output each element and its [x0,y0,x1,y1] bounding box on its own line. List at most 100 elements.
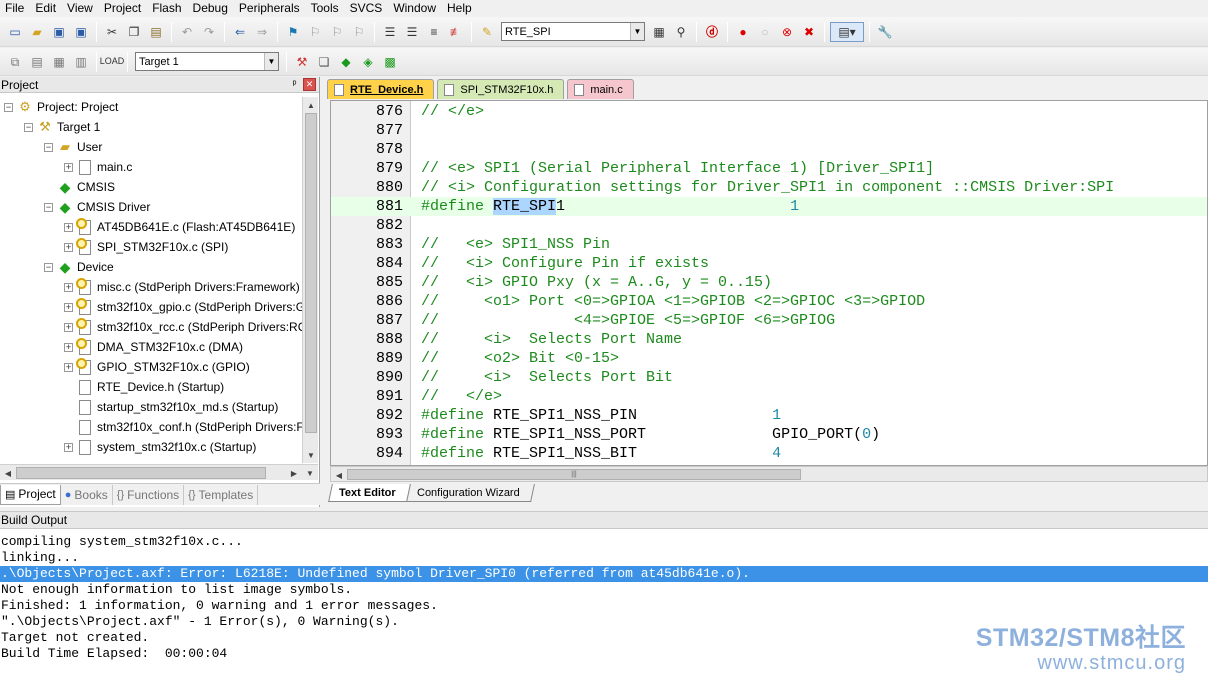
debug-session-icon[interactable]: ⓓ [702,22,722,42]
expand-icon[interactable]: + [64,242,73,252]
disable-breakpoint-icon[interactable]: ○ [755,22,775,42]
code-line[interactable]: 893 #define RTE_SPI1_NSS_PORT GPIO_PORT(0… [331,425,1207,444]
tab-templates[interactable]: {} Templates [184,484,259,505]
collapse-icon[interactable]: − [24,122,33,132]
tab-spi-stm32f10x-h[interactable]: SPI_STM32F10x.h [437,79,565,99]
code-line[interactable]: 879 // <e> SPI1 (Serial Peripheral Interf… [331,159,1207,178]
menu-tools[interactable]: Tools [306,0,345,16]
tree-item[interactable]: − ◆ Device [44,257,114,277]
code-line[interactable]: 882 [331,216,1207,235]
tree-item[interactable]: − ⚙ Project: Project [4,97,118,117]
scroll-down-icon[interactable]: ▼ [303,447,319,463]
code-line[interactable]: 878 [331,140,1207,159]
expand-icon[interactable]: + [64,322,73,332]
code-line[interactable]: 880 // <i> Configuration settings for Dri… [331,178,1207,197]
tab-functions[interactable]: {} Functions [113,484,185,505]
incremental-find-icon[interactable]: ⚲ [671,22,691,42]
tab-configuration-wizard[interactable]: Configuration Wizard [405,484,535,502]
code-line[interactable]: 877 [331,121,1207,140]
collapse-icon[interactable]: − [44,142,53,152]
redo-icon[interactable]: ↷ [199,22,219,42]
paste-icon[interactable]: ▤ [146,22,166,42]
select-packs-icon[interactable]: ▩ [380,52,400,72]
collapse-icon[interactable]: − [44,202,53,212]
chevron-down-icon[interactable]: ▼ [264,53,278,70]
tree-vertical-scrollbar[interactable]: ▲ ▼ [302,97,318,463]
menu-svcs[interactable]: SVCS [345,0,389,16]
tree-item[interactable]: ◆ CMSIS [44,177,115,197]
batch-build-icon[interactable]: ▥ [71,52,91,72]
bookmark-icon[interactable]: ⚑ [283,22,303,42]
save-icon[interactable]: ▣ [49,22,69,42]
tree-horizontal-scrollbar[interactable]: ◀ ▶ ▼ [0,464,318,480]
code-line[interactable]: 884 // <i> Configure Pin if exists [331,254,1207,273]
menu-edit[interactable]: Edit [30,0,62,16]
tab-project[interactable]: ▤ Project [0,484,61,505]
kill-breakpoints-icon[interactable]: ⊗ [777,22,797,42]
tab-rte-device-h[interactable]: RTE_Device.h [327,79,435,99]
code-editor[interactable]: 876 // </e> 877 878 879 // <e> SPI1 (Serial P… [330,100,1208,466]
scroll-left-icon[interactable]: ◀ [331,467,347,483]
code-line[interactable]: 890 // <i> Selects Port Bit [331,368,1207,387]
tree-item[interactable]: + SPI_STM32F10x.c (SPI) [64,237,228,257]
menu-flash[interactable]: Flash [147,0,187,16]
indent-icon[interactable]: ☰ [380,22,400,42]
find-in-files-icon[interactable]: ✎ [477,22,497,42]
clear-bookmarks-icon[interactable]: ⚐ [349,22,369,42]
build-icon[interactable]: ▤ [27,52,47,72]
expand-icon[interactable]: + [64,442,73,452]
code-line[interactable]: 881 #define RTE_SPI1 1 [331,197,1207,216]
tree-item[interactable]: + stm32f10x_rcc.c (StdPeriph Drivers:RCC) [64,317,302,337]
expand-icon[interactable]: + [64,282,73,292]
close-icon[interactable]: ✕ [303,78,316,91]
tree-item[interactable]: + DMA_STM32F10x.c (DMA) [64,337,243,357]
rebuild-icon[interactable]: ▦ [49,52,69,72]
scroll-up-icon[interactable]: ▲ [303,97,319,113]
scroll-left-icon[interactable]: ◀ [0,465,16,481]
pin-icon[interactable]: ᵖ [288,78,301,91]
tree-item[interactable]: RTE_Device.h (Startup) [64,377,224,397]
scroll-thumb[interactable]: ||| [347,469,801,480]
expand-icon[interactable]: + [64,162,73,172]
collapse-icon[interactable]: − [44,262,53,272]
expand-icon[interactable]: + [64,362,73,372]
download-icon[interactable]: LOAD [100,52,125,72]
expand-icon[interactable]: + [64,302,73,312]
pack-installer-icon[interactable]: ◆ [336,52,356,72]
breakpoint-icon[interactable]: ● [733,22,753,42]
menu-help[interactable]: Help [442,0,478,16]
prev-bookmark-icon[interactable]: ⚐ [305,22,325,42]
tree-item[interactable]: + GPIO_STM32F10x.c (GPIO) [64,357,250,377]
code-line[interactable]: 876 // </e> [331,102,1207,121]
scroll-down-icon[interactable]: ▼ [302,465,318,481]
code-line[interactable]: 892 #define RTE_SPI1_NSS_PIN 1 [331,406,1207,425]
cut-icon[interactable]: ✂ [102,22,122,42]
uncomment-icon[interactable]: ≢ [446,22,466,42]
editor-horizontal-scrollbar[interactable]: ◀ ||| [330,466,1208,482]
unindent-icon[interactable]: ☰ [402,22,422,42]
scroll-thumb[interactable] [16,467,266,479]
translate-icon[interactable]: ⧉ [5,52,25,72]
collapse-icon[interactable]: − [4,102,13,112]
tree-item[interactable]: + misc.c (StdPeriph Drivers:Framework) [64,277,300,297]
code-line[interactable]: 889 // <o2> Bit <0-15> [331,349,1207,368]
code-line[interactable]: 888 // <i> Selects Port Name [331,330,1207,349]
tree-item[interactable]: + main.c [64,157,132,177]
tree-item[interactable]: + system_stm32f10x.c (Startup) [64,437,256,457]
undo-icon[interactable]: ↶ [177,22,197,42]
tree-item[interactable]: + AT45DB641E.c (Flash:AT45DB641E) [64,217,295,237]
code-line[interactable]: 894 #define RTE_SPI1_NSS_BIT 4 [331,444,1207,463]
tree-item[interactable]: startup_stm32f10x_md.s (Startup) [64,397,278,417]
menu-file[interactable]: File [0,0,30,16]
navigate-forward-icon[interactable]: ⇒ [252,22,272,42]
code-line[interactable]: 885 // <i> GPIO Pxy (x = A..G, y = 0..15) [331,273,1207,292]
rte-icon[interactable]: ◈ [358,52,378,72]
save-all-icon[interactable]: ▣ [71,22,91,42]
open-folder-icon[interactable]: ▰ [27,22,47,42]
tab-text-editor[interactable]: Text Editor [328,484,411,502]
configure-icon[interactable]: 🔧 [875,22,895,42]
next-bookmark-icon[interactable]: ⚐ [327,22,347,42]
code-line[interactable]: 886 // <o1> Port <0=>GPIOA <1=>GPIOB <2=>… [331,292,1207,311]
menu-debug[interactable]: Debug [188,0,234,16]
scroll-thumb[interactable] [305,113,317,433]
